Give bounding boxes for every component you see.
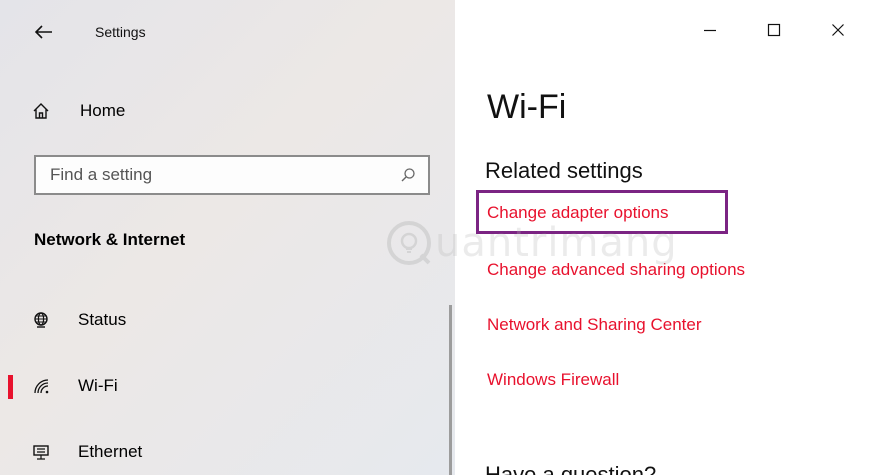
search-box[interactable] [34, 155, 430, 195]
page-title: Wi-Fi [487, 88, 567, 126]
sidebar-item-label: Wi-Fi [78, 376, 118, 395]
app-title: Settings [95, 24, 146, 40]
sidebar-item-wifi[interactable]: Wi-Fi [0, 366, 450, 406]
minimize-icon [704, 29, 716, 32]
sidebar: Settings Home Network & Internet Status [0, 0, 455, 475]
change-advanced-sharing-link[interactable]: Change advanced sharing options [487, 260, 745, 280]
section-title: Network & Internet [34, 230, 186, 249]
window-controls [678, 0, 870, 60]
sidebar-item-label: Status [78, 310, 127, 329]
back-button[interactable] [30, 18, 58, 46]
title-bar: Settings [0, 0, 455, 60]
ethernet-icon [30, 441, 52, 463]
sidebar-scrollbar[interactable] [449, 305, 452, 475]
wifi-icon [30, 375, 52, 397]
selection-indicator [8, 375, 13, 399]
maximize-icon [767, 23, 781, 37]
search-input[interactable] [36, 157, 428, 193]
main-content: Wi-Fi Related settings Change adapter op… [455, 0, 870, 475]
sidebar-item-label: Ethernet [78, 442, 143, 461]
change-adapter-options-link[interactable]: Change adapter options [487, 203, 668, 223]
maximize-button[interactable] [742, 0, 806, 60]
sidebar-item-status[interactable]: Status [0, 300, 450, 340]
windows-firewall-link[interactable]: Windows Firewall [487, 370, 619, 390]
home-icon [30, 100, 52, 122]
sidebar-item-ethernet[interactable]: Ethernet [0, 432, 450, 472]
close-icon [832, 24, 844, 36]
close-button[interactable] [806, 0, 870, 60]
minimize-button[interactable] [678, 0, 742, 60]
globe-icon [30, 309, 52, 331]
search-icon[interactable] [400, 167, 416, 183]
back-arrow-icon [35, 25, 52, 39]
home-label: Home [80, 101, 126, 120]
related-settings-heading: Related settings [485, 158, 643, 183]
home-nav-item[interactable]: Home [30, 96, 125, 126]
network-sharing-center-link[interactable]: Network and Sharing Center [487, 315, 702, 335]
question-heading: Have a question? [485, 462, 657, 475]
